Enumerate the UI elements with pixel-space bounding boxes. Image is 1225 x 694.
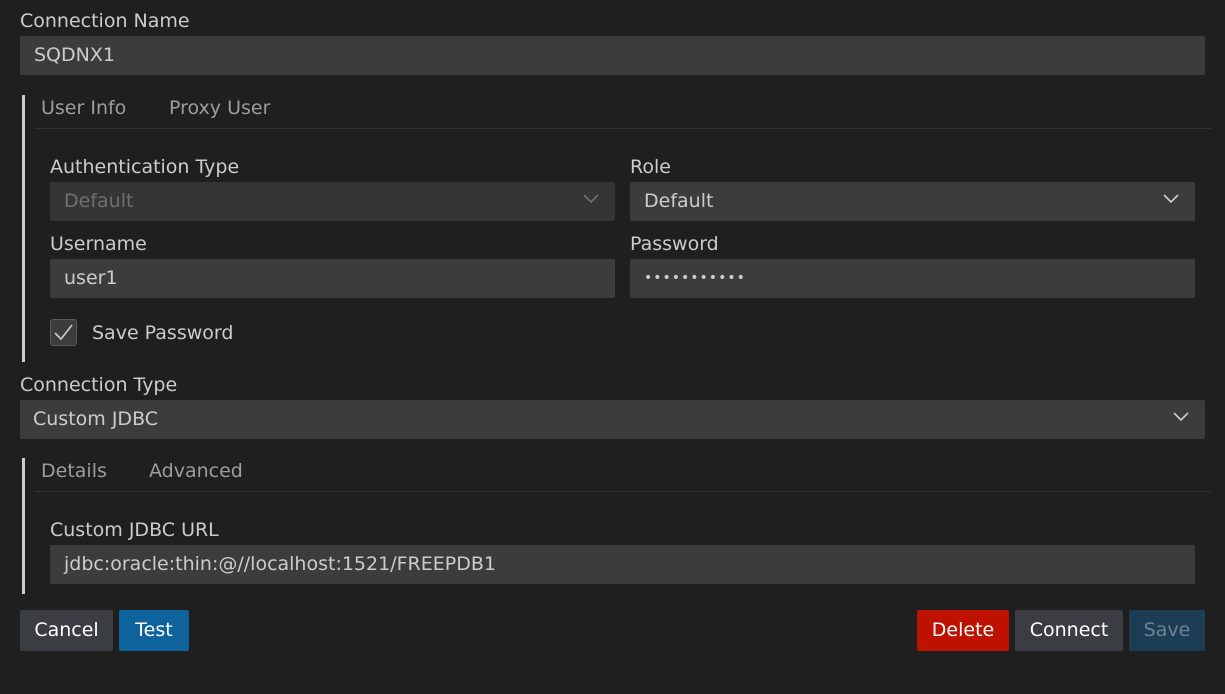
password-label: Password — [630, 233, 719, 255]
connection-type-select[interactable]: Custom JDBC — [20, 400, 1205, 439]
checkmark-icon — [54, 324, 73, 341]
connection-type-value: Custom JDBC — [33, 408, 159, 430]
details-section-border — [22, 458, 25, 594]
save-button[interactable]: Save — [1129, 610, 1205, 651]
chevron-down-icon — [583, 182, 601, 220]
connection-type-label: Connection Type — [20, 374, 178, 396]
role-value: Default — [644, 190, 714, 212]
auth-type-select: Default — [50, 182, 615, 221]
tab-advanced[interactable]: Advanced — [149, 459, 243, 483]
connect-button[interactable]: Connect — [1015, 610, 1123, 651]
tab-user-info[interactable]: User Info — [41, 96, 126, 120]
username-label: Username — [50, 233, 147, 255]
role-label: Role — [630, 156, 671, 178]
connection-name-label: Connection Name — [20, 10, 190, 32]
tab-proxy-user[interactable]: Proxy User — [169, 96, 270, 120]
auth-type-value: Default — [64, 190, 134, 212]
delete-button[interactable]: Delete — [917, 610, 1009, 651]
test-button[interactable]: Test — [119, 610, 189, 651]
password-input[interactable]: ••••••••••• — [630, 259, 1195, 298]
details-tabs-divider — [34, 491, 1211, 492]
tab-details[interactable]: Details — [41, 459, 107, 483]
user-section-border — [22, 95, 25, 362]
jdbc-url-label: Custom JDBC URL — [50, 519, 219, 541]
jdbc-url-input[interactable]: jdbc:oracle:thin:@//localhost:1521/FREEP… — [50, 545, 1195, 584]
chevron-down-icon — [1173, 400, 1191, 438]
role-select[interactable]: Default — [630, 182, 1195, 221]
user-tabs-divider — [34, 128, 1211, 129]
username-input[interactable]: user1 — [50, 259, 615, 298]
connection-name-input[interactable]: SQDNX1 — [20, 36, 1205, 75]
auth-type-label: Authentication Type — [50, 156, 240, 178]
cancel-button[interactable]: Cancel — [20, 610, 113, 651]
chevron-down-icon — [1163, 182, 1181, 220]
save-password-label[interactable]: Save Password — [92, 321, 233, 345]
save-password-checkbox[interactable] — [50, 319, 77, 346]
